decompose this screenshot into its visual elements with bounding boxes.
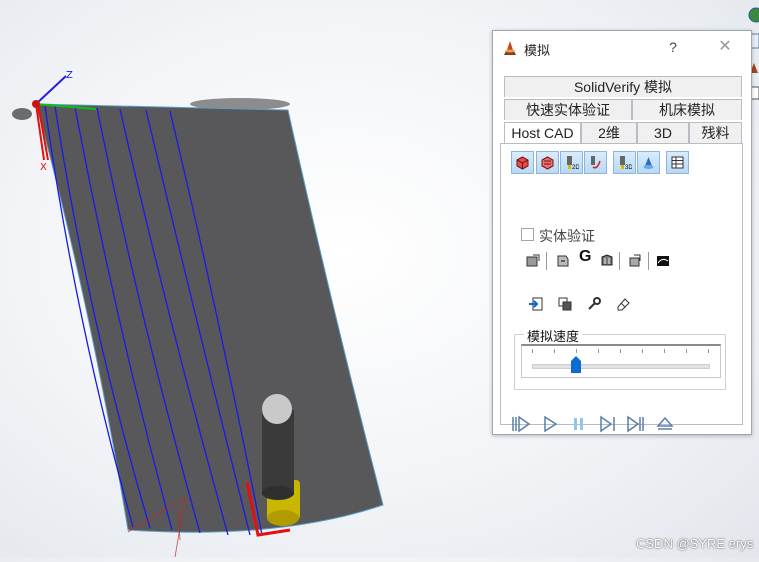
solid-verify-label[interactable]: 实体验证 [539,226,595,246]
verify-deviation-icon[interactable] [653,251,673,271]
tool-path-icon[interactable] [584,151,607,174]
pause-icon[interactable] [569,414,589,434]
tab-stock[interactable]: 残料 [689,122,742,143]
tab-fast-verify[interactable]: 快速实体验证 [504,99,632,120]
verify-compare-icon[interactable] [553,251,573,271]
part-cube-icon[interactable] [536,151,559,174]
eject-icon[interactable] [655,414,675,434]
tab-2d[interactable]: 2维 [581,122,637,143]
wrench-icon[interactable] [584,294,604,314]
tab-host-cad[interactable]: Host CAD [504,122,581,144]
verify-export-icon[interactable] [625,251,645,271]
speed-label: 模拟速度 [524,326,583,345]
tab-machine-sim[interactable]: 机床模拟 [632,99,742,120]
separator [648,252,649,270]
play-icon[interactable] [540,414,560,434]
import-icon[interactable] [526,294,546,314]
speed-groupbox: 模拟速度 [514,326,726,390]
svg-text:Z: Z [66,70,73,81]
host-cad-panel: 2D 3D 实体验证 G 模拟速度 [500,143,743,433]
tab-3d[interactable]: 3D [637,122,689,143]
svg-text:3D: 3D [625,165,632,170]
slider-thumb[interactable] [570,355,582,374]
verify-gouge-icon[interactable] [597,251,617,271]
watermark: CSDN @SYRE erys [636,536,754,551]
verify-stock-icon[interactable] [523,251,543,271]
step-end-icon[interactable] [626,414,646,434]
help-button[interactable]: ? [663,37,683,57]
svg-text:2D: 2D [572,165,579,170]
separator [619,252,620,270]
simulation-dialog: 模拟 ? ✕ SolidVerify 模拟 快速实体验证 机床模拟 Host C… [492,30,752,435]
title-bar[interactable]: 模拟 ? ✕ [493,31,751,63]
eraser-icon[interactable] [613,294,633,314]
stock-cube-icon[interactable] [511,151,534,174]
rewind-start-icon[interactable] [511,414,531,434]
close-button[interactable]: ✕ [715,37,735,57]
cutter-icon[interactable] [637,151,660,174]
slider-track [532,364,710,369]
tab-solidverify[interactable]: SolidVerify 模拟 [504,76,742,97]
simulation-app-icon [501,39,519,57]
speed-slider[interactable] [521,344,721,378]
gcode-button[interactable]: G [579,248,591,266]
step-forward-icon[interactable] [598,414,618,434]
solid-verify-checkbox[interactable] [521,228,534,241]
globe-icon[interactable] [748,6,759,24]
table-icon[interactable] [666,151,689,174]
dialog-title: 模拟 [524,43,551,58]
separator [546,252,547,270]
tool-holder-2d-icon[interactable]: 2D [560,151,583,174]
tool-holder-3d-icon[interactable]: 3D [613,151,636,174]
svg-text:X: X [40,162,47,173]
copy-stock-icon[interactable] [555,294,575,314]
